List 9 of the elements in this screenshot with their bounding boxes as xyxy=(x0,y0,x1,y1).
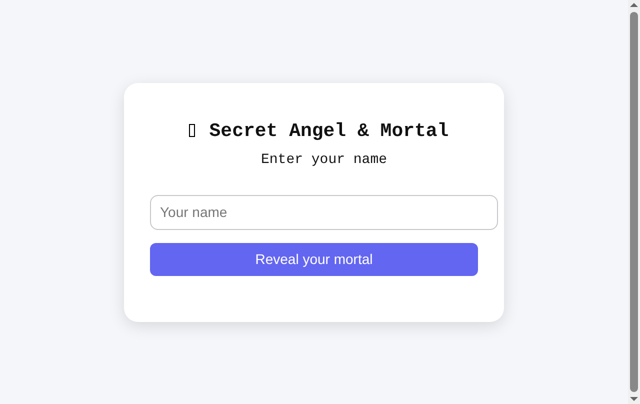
card-title: Secret Angel & Mortal xyxy=(209,118,449,142)
missing-glyph-icon xyxy=(189,124,196,137)
subtitle: Enter your name xyxy=(260,150,388,168)
scroll-up-icon[interactable] xyxy=(630,3,638,7)
reveal-button[interactable]: Reveal your mortal xyxy=(150,242,478,276)
name-input-field[interactable]: Your name xyxy=(150,194,498,230)
scrollbar[interactable] xyxy=(628,0,640,404)
scroll-down-icon[interactable] xyxy=(630,397,638,401)
scrollbar-thumb[interactable] xyxy=(630,12,638,392)
